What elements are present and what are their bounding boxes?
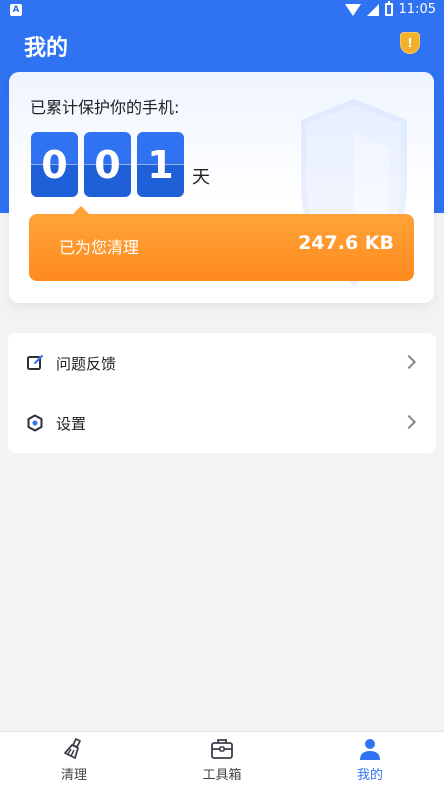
- page-title: 我的: [24, 36, 69, 61]
- nav-item-mine[interactable]: 我的: [296, 732, 444, 788]
- protection-card: 已累计保护你的手机: 0 0 1 天 已为您清理 247.6 KB: [9, 72, 434, 303]
- chevron-right-icon: [401, 354, 417, 370]
- cleaned-value: 247.6 KB: [298, 232, 394, 254]
- broom-icon: [64, 738, 81, 759]
- menu-label-settings: 设置: [56, 414, 87, 433]
- bottom-navigation: 清理 工具箱 我的: [0, 731, 444, 788]
- shield-alert-icon[interactable]: !: [400, 32, 420, 54]
- menu-item-settings[interactable]: 设置: [8, 393, 436, 453]
- nav-item-toolbox[interactable]: 工具箱: [148, 732, 296, 788]
- nav-label-clean: 清理: [60, 768, 87, 783]
- signal-icon: [366, 3, 379, 16]
- days-unit-label: 天: [192, 167, 210, 188]
- settings-hexagon-icon: [26, 414, 44, 432]
- protection-label: 已累计保护你的手机:: [30, 98, 180, 117]
- days-digit-tens: 0: [84, 132, 131, 197]
- cleaned-label: 已为您清理: [59, 238, 140, 257]
- status-bar: A 11:05: [0, 0, 444, 22]
- shield-alert-mark: !: [407, 36, 413, 50]
- days-digit-hundreds: 0: [31, 132, 78, 197]
- protection-days-counter: 0 0 1 天: [31, 132, 210, 197]
- cleaned-summary-banner: 已为您清理 247.6 KB: [29, 206, 414, 281]
- nav-label-mine: 我的: [356, 768, 383, 783]
- person-icon: [360, 739, 380, 760]
- menu-label-feedback: 问题反馈: [56, 354, 117, 373]
- nav-label-toolbox: 工具箱: [202, 768, 242, 783]
- menu-item-feedback[interactable]: 问题反馈: [8, 333, 436, 393]
- chevron-right-icon: [401, 414, 417, 430]
- profile-screen: A 11:05 我的 ! 已累计保护你的手机: 0 0 1 天 已为您清理 24…: [0, 0, 444, 788]
- nav-item-clean[interactable]: 清理: [0, 732, 148, 788]
- days-digit-ones: 1: [137, 132, 184, 197]
- notification-a-icon: A: [10, 4, 22, 16]
- battery-icon: [384, 1, 393, 16]
- wifi-icon: [344, 3, 361, 16]
- toolbox-icon: [211, 739, 233, 759]
- status-icons: 11:05: [344, 1, 436, 17]
- settings-menu: 问题反馈 设置: [8, 333, 436, 453]
- feedback-edit-icon: [26, 354, 44, 372]
- status-time: 11:05: [398, 2, 436, 17]
